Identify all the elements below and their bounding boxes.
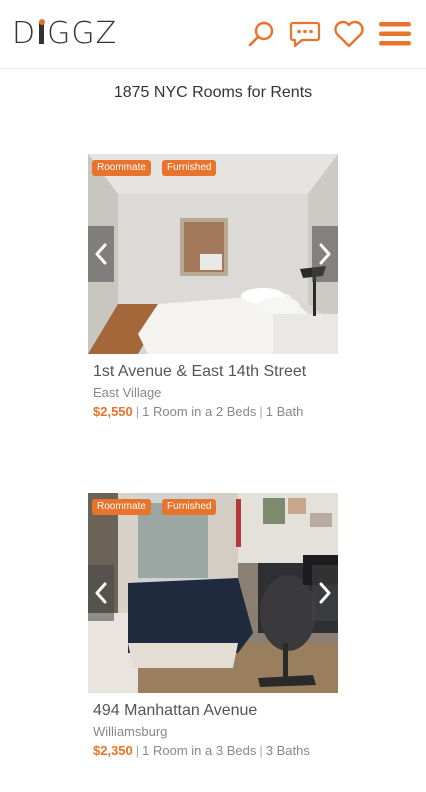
previous-photo-button[interactable] xyxy=(88,565,114,621)
listing-baths: 1 Bath xyxy=(265,404,304,419)
chevron-right-icon xyxy=(319,243,331,265)
listing-street[interactable]: 1st Avenue & East 14th Street xyxy=(93,362,338,382)
listing-details: $2,550 | 1 Room in a 2 Beds | 1 Bath xyxy=(93,403,338,421)
chevron-left-icon xyxy=(95,582,107,604)
divider: | xyxy=(259,404,263,419)
chevron-right-icon xyxy=(319,582,331,604)
listing-rooms: 1 Room in a 3 Beds xyxy=(142,743,257,758)
chevron-left-icon xyxy=(95,243,107,265)
menu-icon[interactable] xyxy=(378,17,412,51)
divider: | xyxy=(259,743,263,758)
previous-photo-button[interactable] xyxy=(88,226,114,282)
listing-card[interactable]: Roommate Furnished 1st Avenue & East 14t… xyxy=(88,154,338,421)
divider: | xyxy=(135,404,140,419)
heart-icon[interactable] xyxy=(332,17,366,51)
listing-neighborhood: East Village xyxy=(93,385,162,400)
listing-card[interactable]: Roommate Furnished 494 Manhattan Avenue … xyxy=(88,493,338,760)
listing-rooms: 1 Room in a 2 Beds xyxy=(142,404,257,419)
listing-neighborhood: Williamsburg xyxy=(93,724,168,739)
listing-price: $2,350 xyxy=(93,743,133,758)
next-photo-button[interactable] xyxy=(312,565,338,621)
listing-photo[interactable]: Roommate Furnished xyxy=(88,493,338,693)
listing-photo[interactable]: Roommate Furnished xyxy=(88,154,338,354)
chat-icon[interactable] xyxy=(288,17,322,51)
next-photo-button[interactable] xyxy=(312,226,338,282)
badge-roommate: Roommate xyxy=(92,499,151,515)
badge-furnished: Furnished xyxy=(162,160,217,176)
listing-street[interactable]: 494 Manhattan Avenue xyxy=(93,701,338,721)
site-header: D GGZ xyxy=(0,0,426,69)
page-title: 1875 NYC Rooms for Rents xyxy=(113,84,313,101)
listing-details: $2,350 | 1 Room in a 3 Beds | 3 Baths xyxy=(93,742,338,760)
badge-furnished: Furnished xyxy=(162,499,217,515)
listing-baths: 3 Baths xyxy=(265,743,310,758)
search-icon[interactable] xyxy=(244,17,278,51)
badge-roommate: Roommate xyxy=(92,160,151,176)
room-photo xyxy=(88,493,338,693)
divider: | xyxy=(135,743,140,758)
diggz-logo[interactable]: D GGZ xyxy=(12,14,117,54)
listing-price: $2,550 xyxy=(93,404,133,419)
room-photo xyxy=(88,154,338,354)
